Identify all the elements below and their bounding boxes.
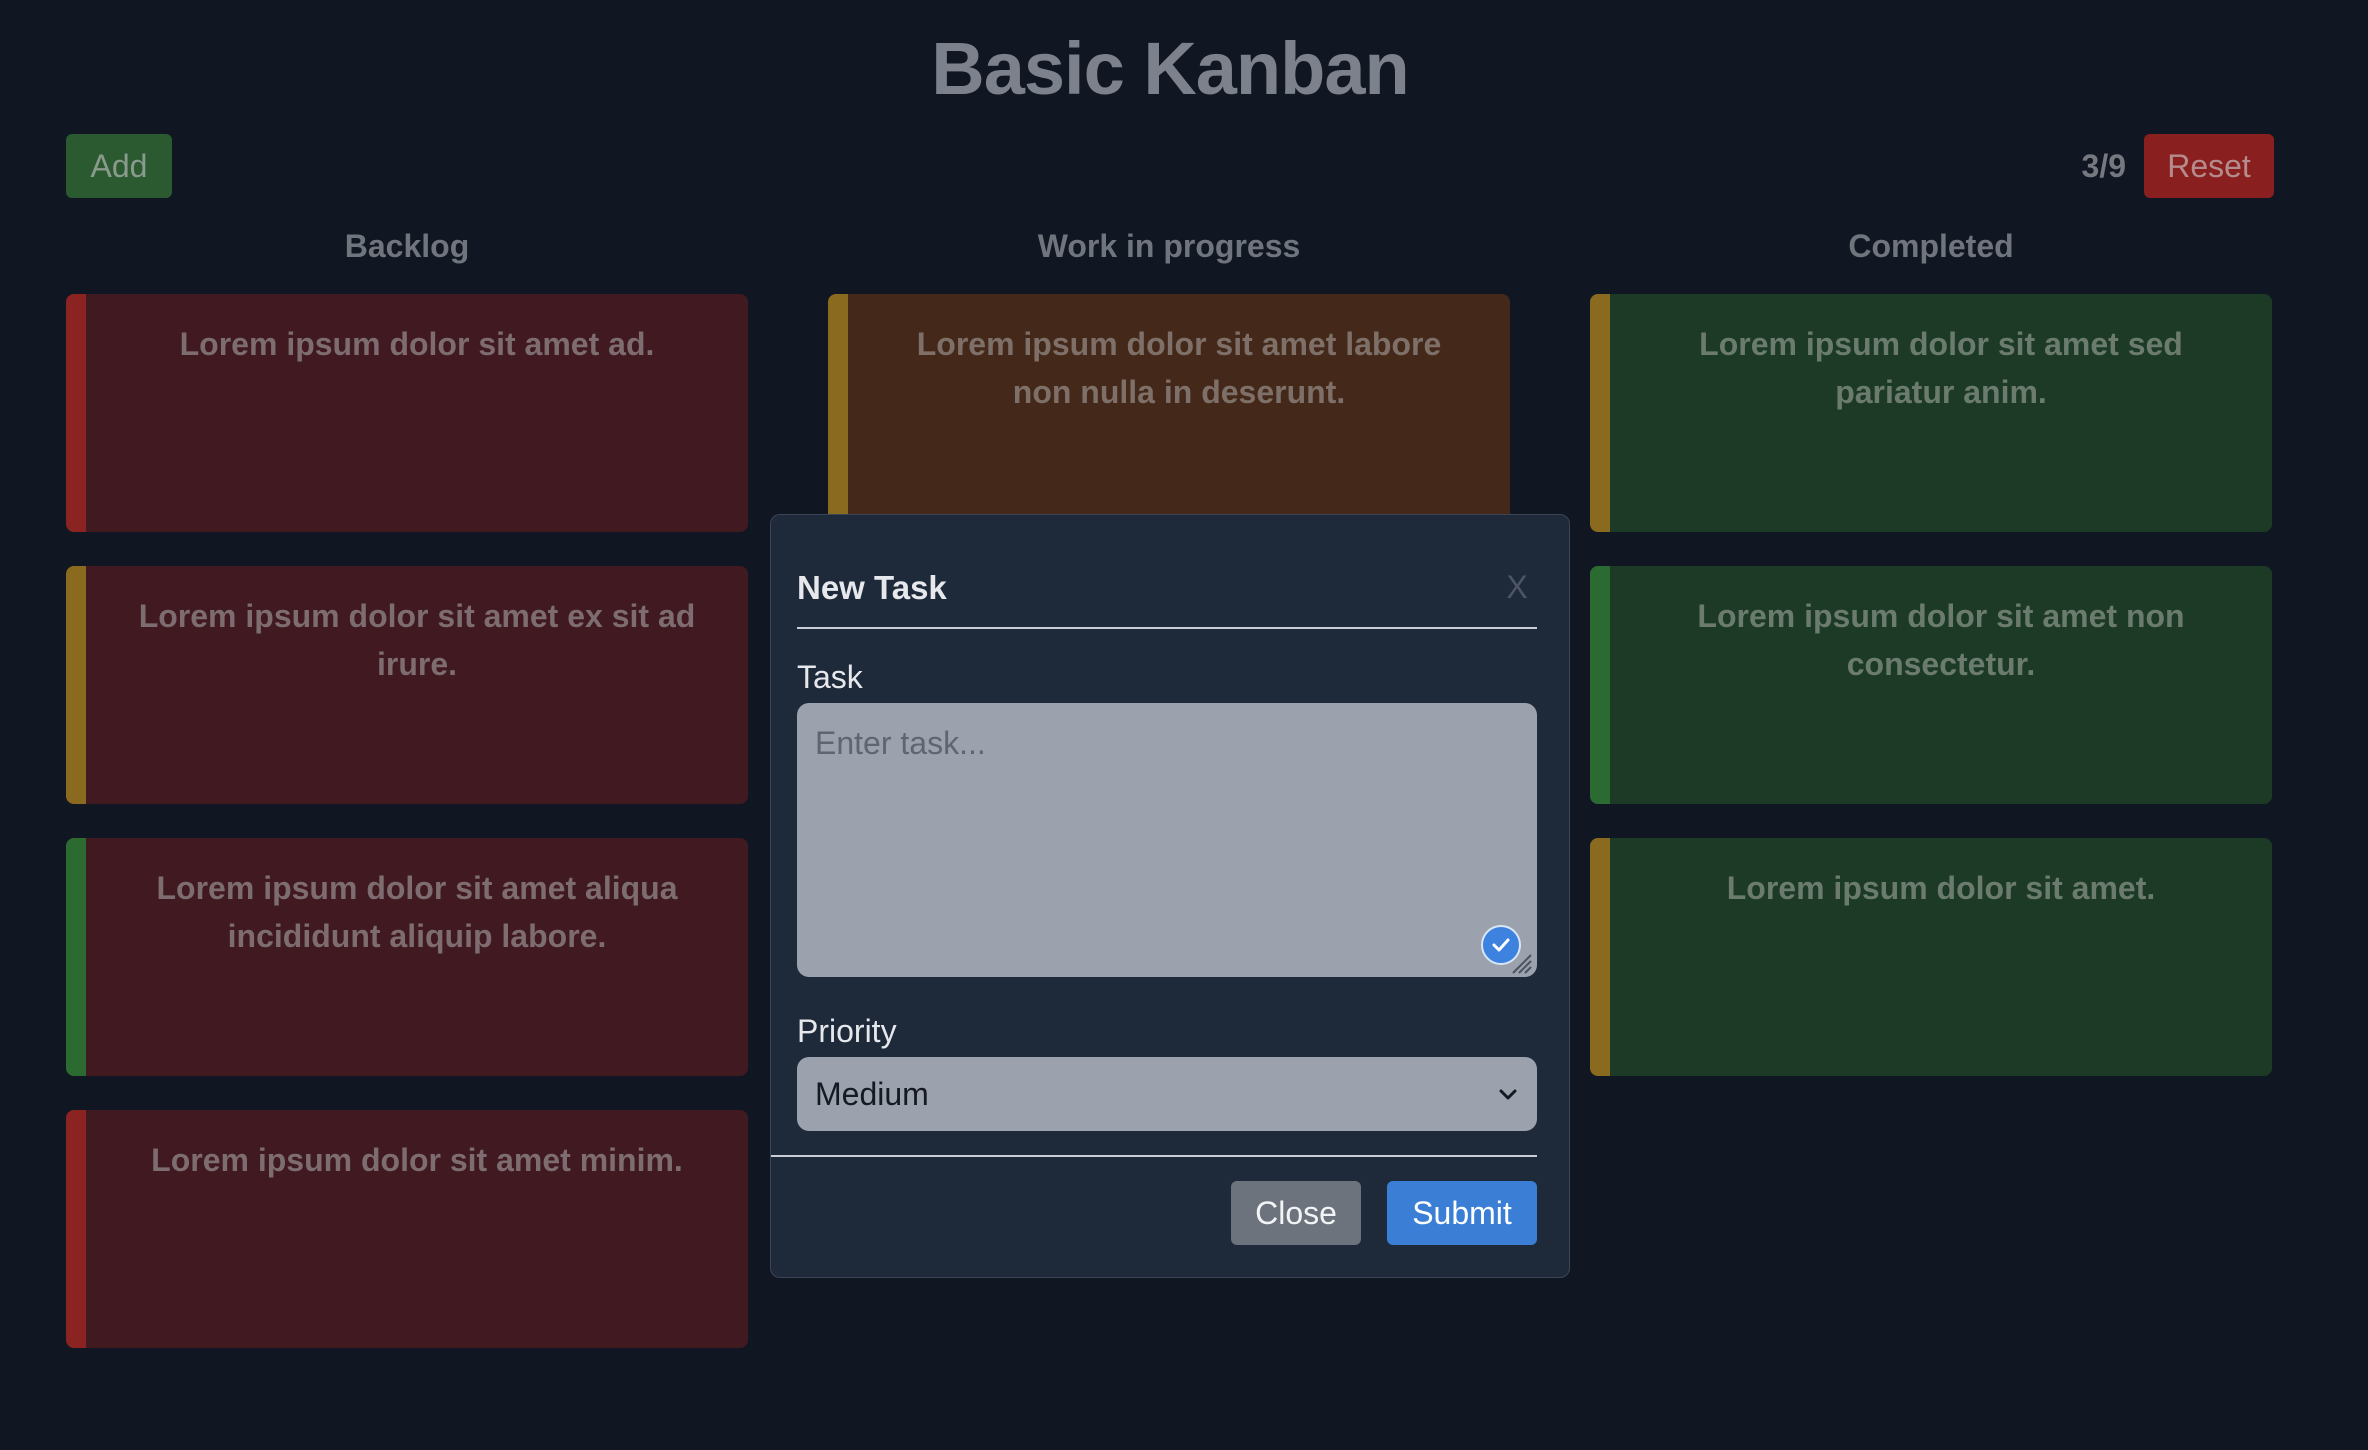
resize-grip-icon[interactable] [1505,947,1533,975]
close-icon[interactable]: X [1497,567,1537,607]
new-task-modal: New Task X Task Priority Medium Close [770,514,1570,1278]
submit-button[interactable]: Submit [1387,1181,1537,1245]
priority-select[interactable]: Medium [797,1057,1537,1131]
priority-label: Priority [797,1013,897,1049]
modal-title: New Task [797,569,947,606]
close-button[interactable]: Close [1231,1181,1361,1245]
chevron-down-icon [1499,1089,1517,1100]
priority-selected-value: Medium [815,1075,929,1112]
task-label: Task [797,659,863,695]
kanban-app: Basic Kanban Add 3/9 Reset Backlog Lorem… [0,0,2368,1450]
task-input[interactable] [797,703,1537,977]
modal-header: New Task X [797,545,1537,629]
modal-footer-divider [771,1155,1537,1157]
